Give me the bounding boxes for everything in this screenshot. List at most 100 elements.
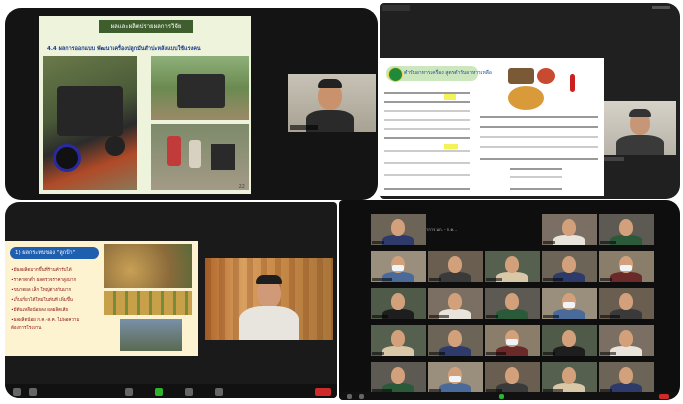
participant-name-bar xyxy=(486,278,502,281)
participant-tile[interactable] xyxy=(542,362,597,393)
participant-tile[interactable] xyxy=(599,214,654,245)
window-tab xyxy=(382,5,410,11)
presenter-camera xyxy=(205,258,333,340)
participant-name-bar xyxy=(600,352,616,355)
participant-name-bar xyxy=(543,352,555,355)
table-3 xyxy=(510,168,562,190)
participant-tile[interactable] xyxy=(599,362,654,393)
participant-tile[interactable] xyxy=(428,362,483,393)
bullet-4: •เก็บเกี่ยวได้ใหม่ในทันที เพิ่มขึ้น xyxy=(11,298,73,303)
participant-name-bar xyxy=(543,278,563,281)
leave-button[interactable] xyxy=(315,388,331,396)
share-screen-icon[interactable] xyxy=(155,388,163,396)
participant-tile[interactable] xyxy=(428,251,483,282)
participant-tile[interactable] xyxy=(371,214,426,245)
bullet-6: •ผลผลิตน้อย ก.ค.-ส.ค. ไม่พอความ xyxy=(11,318,80,323)
face-mask xyxy=(506,339,518,345)
participant-tile[interactable] xyxy=(371,251,426,282)
video-icon[interactable] xyxy=(359,394,364,399)
video-panel-presentation-3[interactable]: 1) ผลกระทบของ "ลูกป้า" •มีผลผลิตมากขึ้นท… xyxy=(5,202,337,398)
participant-face xyxy=(619,330,633,347)
participant-body xyxy=(382,346,414,356)
participant-face xyxy=(562,330,576,347)
participant-tile[interactable] xyxy=(485,362,540,393)
window-controls[interactable] xyxy=(652,6,670,9)
face-mask xyxy=(392,265,404,271)
bullet-1: •มีผลผลิตมากขึ้นที่ร้านค้ารับได้ xyxy=(11,268,72,273)
participant-face xyxy=(448,256,462,273)
participant-tile[interactable] xyxy=(542,288,597,319)
participant-tile[interactable] xyxy=(542,214,597,245)
participant-tile[interactable] xyxy=(542,251,597,282)
face-mask xyxy=(620,265,632,271)
bullet-2: •ราคาตกต่ำ ผลตรวจราคาสูงมาก xyxy=(11,278,77,283)
participant-face xyxy=(505,367,519,384)
participant-name-bar xyxy=(372,315,388,318)
slide-title: 1) ผลกระทบของ "ลูกป้า" xyxy=(10,247,99,259)
photo-machine-2 xyxy=(151,56,249,120)
participant-name-bar xyxy=(372,278,392,281)
participant-tile[interactable] xyxy=(485,325,540,356)
video-panel-gallery[interactable]: ประชุมวิชาการ มก. - ก.ค... xyxy=(339,200,680,400)
participant-name-bar xyxy=(429,315,449,318)
participant-tile[interactable] xyxy=(371,362,426,393)
share-screen-icon[interactable] xyxy=(499,394,504,399)
participant-body xyxy=(382,235,414,245)
participant-tile[interactable] xyxy=(599,325,654,356)
participant-name-bar xyxy=(543,241,555,244)
bullet-5: •มีต้นเหลือน้อยลง ผลผลิตเสีย xyxy=(11,308,69,313)
chat-icon[interactable] xyxy=(185,388,193,396)
participant-name-bar xyxy=(372,241,384,244)
participant-name-bar xyxy=(600,278,612,281)
participant-face xyxy=(391,219,405,236)
participant-tile[interactable] xyxy=(428,288,483,319)
participant-face xyxy=(391,330,405,347)
participant-name-bar xyxy=(543,315,559,318)
record-icon[interactable] xyxy=(215,388,223,396)
shared-slide: ตำรับอาหารเครื่อง สูตรตำรับอาหารเหลือ xyxy=(380,58,604,196)
mute-icon[interactable] xyxy=(13,388,21,396)
participant-face xyxy=(562,219,576,236)
participant-tile[interactable] xyxy=(371,288,426,319)
participant-face xyxy=(505,256,519,273)
table-2 xyxy=(480,116,598,160)
shared-slide: 1) ผลกระทบของ "ลูกป้า" •มีผลผลิตมากขึ้นท… xyxy=(5,241,198,356)
participant-body xyxy=(553,235,585,245)
participant-tile[interactable] xyxy=(485,251,540,282)
participant-tile[interactable] xyxy=(599,251,654,282)
participant-face xyxy=(448,330,462,347)
slide-title: ผลและผลิตปรายผลการวิจัย xyxy=(99,20,193,33)
participant-body xyxy=(439,272,471,282)
participant-tile[interactable] xyxy=(371,325,426,356)
slide-header-text: ตำรับอาหารเครื่อง สูตรตำรับอาหารเหลือ xyxy=(404,70,492,76)
bullet-6-cont: ต้องการโรงงาน xyxy=(11,326,42,331)
participant-face xyxy=(562,256,576,273)
participant-tile[interactable] xyxy=(542,325,597,356)
participants-icon[interactable] xyxy=(125,388,133,396)
participant-camera xyxy=(604,101,676,155)
leave-button[interactable] xyxy=(659,394,669,399)
food-photo-2 xyxy=(537,68,555,84)
participant-body xyxy=(553,346,585,356)
chili-icon xyxy=(570,74,575,92)
participant-tile[interactable] xyxy=(599,288,654,319)
participant-tile[interactable] xyxy=(428,325,483,356)
food-photo-3 xyxy=(508,86,544,110)
participant-face xyxy=(448,293,462,310)
participant-face xyxy=(619,219,633,236)
video-panel-presentation-2[interactable]: ตำรับอาหารเครื่อง สูตรตำรับอาหารเหลือ xyxy=(380,3,680,199)
participant-face xyxy=(391,367,405,384)
video-panel-presentation-1[interactable]: ผลและผลิตปรายผลการวิจัย 4.4 ผลการออกแบบ … xyxy=(5,8,378,200)
face-mask xyxy=(563,302,575,308)
photo-pineapple-pile xyxy=(104,244,192,288)
photo-people-testing xyxy=(151,124,249,190)
participant-face xyxy=(391,293,405,310)
participant-name-bar xyxy=(600,315,620,318)
participant-name-bar xyxy=(429,278,441,281)
participant-name-bar xyxy=(429,352,445,355)
video-icon[interactable] xyxy=(29,388,37,396)
meeting-toolbar xyxy=(339,392,680,400)
mute-icon[interactable] xyxy=(347,394,352,399)
participant-tile[interactable] xyxy=(485,288,540,319)
participant-name-bar xyxy=(290,125,318,130)
